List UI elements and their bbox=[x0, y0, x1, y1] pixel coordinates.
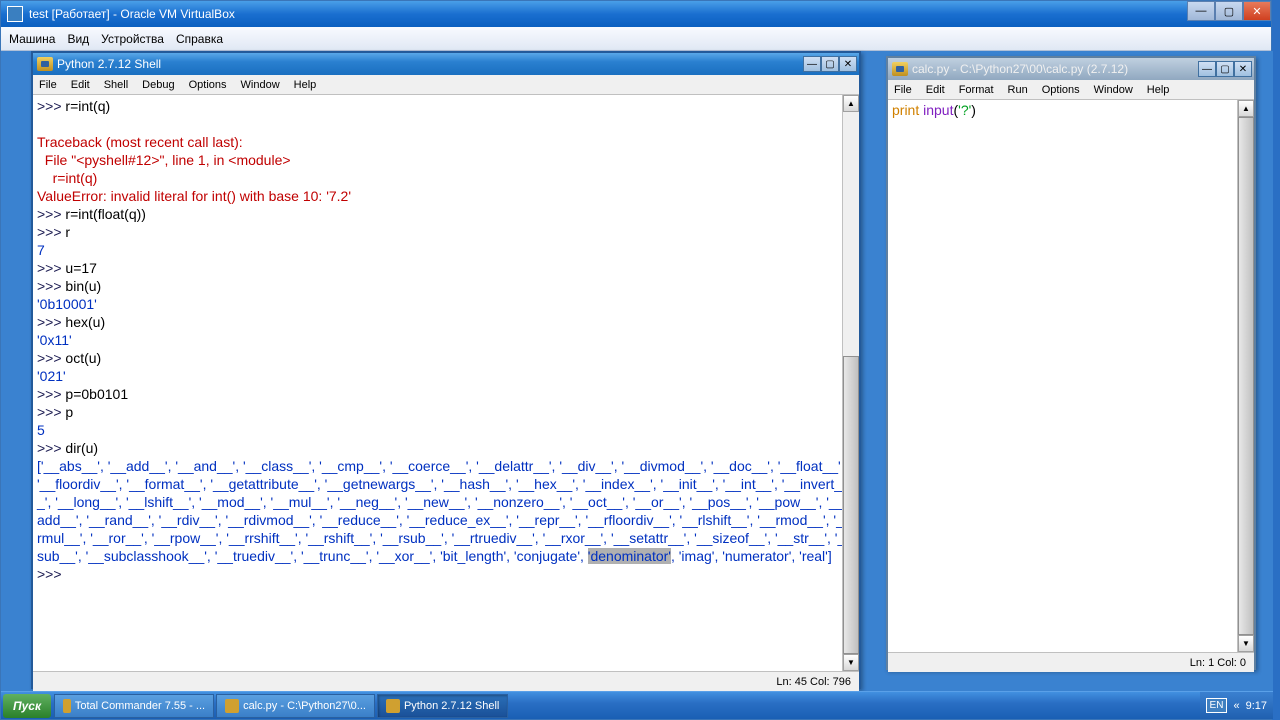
editor-maximize-button[interactable]: ▢ bbox=[1216, 61, 1234, 77]
vbox-menu-machine[interactable]: Машина bbox=[9, 32, 55, 46]
vbox-menubar: Машина Вид Устройства Справка bbox=[1, 27, 1271, 51]
shell-statusbar: Ln: 45 Col: 796 bbox=[33, 671, 859, 691]
editor-close-button[interactable]: ✕ bbox=[1234, 61, 1252, 77]
scroll-down-icon[interactable]: ▼ bbox=[843, 654, 859, 671]
system-tray: EN « 9:17 bbox=[1200, 692, 1273, 719]
shell-content[interactable]: >>> r=int(q) Traceback (most recent call… bbox=[33, 95, 859, 671]
shell-menu-file[interactable]: File bbox=[39, 79, 57, 91]
vbox-menu-help[interactable]: Справка bbox=[176, 32, 223, 46]
editor-title: calc.py - C:\Python27\00\calc.py (2.7.12… bbox=[912, 62, 1128, 76]
shell-minimize-button[interactable]: — bbox=[803, 56, 821, 72]
editor-menu-help[interactable]: Help bbox=[1147, 84, 1170, 96]
selected-text: 'denominator' bbox=[588, 548, 671, 564]
vbox-icon bbox=[7, 6, 23, 22]
shell-menu-options[interactable]: Options bbox=[189, 79, 227, 91]
editor-menu-run[interactable]: Run bbox=[1008, 84, 1028, 96]
virtualbox-window: test [Работает] - Oracle VM VirtualBox —… bbox=[0, 0, 1272, 720]
shell-menu-debug[interactable]: Debug bbox=[142, 79, 174, 91]
builtin-fn: input bbox=[923, 102, 953, 118]
shell-titlebar[interactable]: Python 2.7.12 Shell — ▢ ✕ bbox=[33, 53, 859, 75]
taskbar-item-1[interactable]: calc.py - C:\Python27\0... bbox=[216, 694, 375, 718]
shell-close-button[interactable]: ✕ bbox=[839, 56, 857, 72]
shell-title: Python 2.7.12 Shell bbox=[57, 57, 161, 71]
taskbar-item-2[interactable]: Python 2.7.12 Shell bbox=[377, 694, 508, 718]
scroll-thumb[interactable] bbox=[843, 356, 859, 654]
python-icon bbox=[892, 62, 908, 76]
editor-menu-window[interactable]: Window bbox=[1094, 84, 1133, 96]
shell-cursor-position: Ln: 45 Col: 796 bbox=[776, 676, 851, 688]
editor-titlebar[interactable]: calc.py - C:\Python27\00\calc.py (2.7.12… bbox=[888, 58, 1254, 80]
vbox-titlebar[interactable]: test [Работает] - Oracle VM VirtualBox —… bbox=[1, 1, 1271, 27]
app-icon bbox=[63, 699, 71, 713]
editor-statusbar: Ln: 1 Col: 0 bbox=[888, 652, 1254, 672]
scroll-down-icon[interactable]: ▼ bbox=[1238, 635, 1254, 652]
editor-menu-options[interactable]: Options bbox=[1042, 84, 1080, 96]
shell-menu-window[interactable]: Window bbox=[241, 79, 280, 91]
string-literal: '?' bbox=[958, 102, 971, 118]
vbox-menu-devices[interactable]: Устройства bbox=[101, 32, 164, 46]
vbox-close-button[interactable]: ✕ bbox=[1243, 1, 1271, 21]
editor-window: calc.py - C:\Python27\00\calc.py (2.7.12… bbox=[886, 56, 1256, 670]
vbox-menu-view[interactable]: Вид bbox=[67, 32, 89, 46]
language-indicator[interactable]: EN bbox=[1206, 698, 1228, 713]
taskbar: Пуск Total Commander 7.55 - ...calc.py -… bbox=[1, 691, 1273, 719]
start-button[interactable]: Пуск bbox=[3, 694, 51, 718]
vbox-minimize-button[interactable]: — bbox=[1187, 1, 1215, 21]
app-icon bbox=[225, 699, 239, 713]
python-icon bbox=[37, 57, 53, 71]
editor-menu-file[interactable]: File bbox=[894, 84, 912, 96]
shell-scrollbar[interactable]: ▲ ▼ bbox=[842, 95, 859, 671]
shell-maximize-button[interactable]: ▢ bbox=[821, 56, 839, 72]
taskbar-item-0[interactable]: Total Commander 7.55 - ... bbox=[54, 694, 214, 718]
tray-expand-icon[interactable]: « bbox=[1233, 700, 1239, 712]
guest-desktop[interactable]: Python 2.7.12 Shell — ▢ ✕ File Edit Shel… bbox=[1, 51, 1273, 695]
shell-menu-help[interactable]: Help bbox=[294, 79, 317, 91]
clock[interactable]: 9:17 bbox=[1246, 700, 1267, 712]
editor-menubar: File Edit Format Run Options Window Help bbox=[888, 80, 1254, 100]
scroll-up-icon[interactable]: ▲ bbox=[1238, 100, 1254, 117]
vbox-title: test [Работает] - Oracle VM VirtualBox bbox=[29, 7, 1187, 21]
shell-menu-edit[interactable]: Edit bbox=[71, 79, 90, 91]
shell-menu-shell[interactable]: Shell bbox=[104, 79, 128, 91]
app-icon bbox=[386, 699, 400, 713]
editor-text[interactable]: print input('?') ▲ ▼ bbox=[888, 100, 1254, 652]
editor-minimize-button[interactable]: — bbox=[1198, 61, 1216, 77]
editor-scrollbar[interactable]: ▲ ▼ bbox=[1237, 100, 1254, 652]
dir-output: ['__abs__', '__add__', '__and__', '__cla… bbox=[37, 457, 855, 565]
editor-menu-edit[interactable]: Edit bbox=[926, 84, 945, 96]
scroll-thumb[interactable] bbox=[1238, 117, 1254, 635]
scroll-up-icon[interactable]: ▲ bbox=[843, 95, 859, 112]
shell-menubar: File Edit Shell Debug Options Window Hel… bbox=[33, 75, 859, 95]
editor-cursor-position: Ln: 1 Col: 0 bbox=[1190, 657, 1246, 669]
vbox-maximize-button[interactable]: ▢ bbox=[1215, 1, 1243, 21]
python-shell-window: Python 2.7.12 Shell — ▢ ✕ File Edit Shel… bbox=[31, 51, 861, 689]
editor-menu-format[interactable]: Format bbox=[959, 84, 994, 96]
keyword: print bbox=[892, 102, 919, 118]
